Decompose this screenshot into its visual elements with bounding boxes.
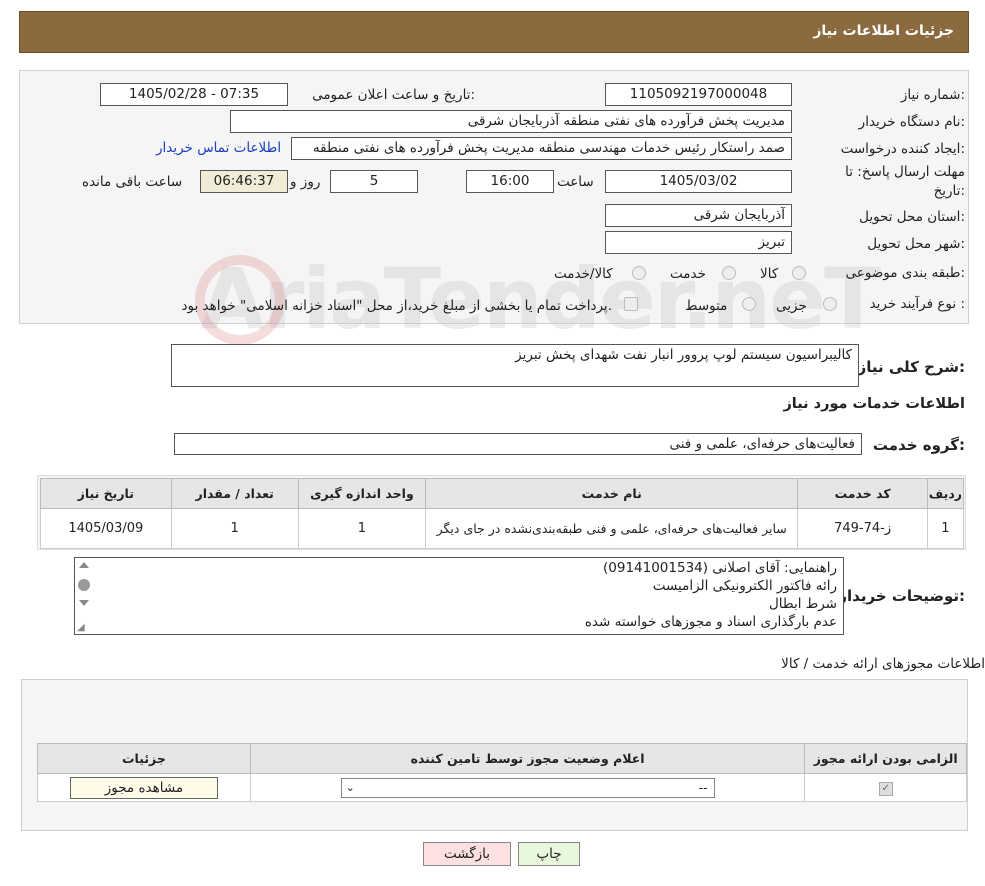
category-radio-goods[interactable] bbox=[792, 266, 806, 280]
permits-table: الزامی بودن ارائه مجوز اعلام وضعیت مجوز … bbox=[37, 743, 967, 802]
permit-required-cell: ✓ bbox=[804, 773, 967, 802]
services-section-title: اطلاعات خدمات مورد نیاز bbox=[783, 396, 965, 412]
need-number-field: 1105092197000048 bbox=[605, 83, 792, 106]
col-permit-required: الزامی بودن ارائه مجوز bbox=[804, 743, 967, 774]
process-radio-medium[interactable] bbox=[742, 297, 756, 311]
announce-field: 1405/02/28 - 07:35 bbox=[100, 83, 288, 106]
buyer-notes-line: رائه فاکتور الکترونیکی الزامیست bbox=[652, 578, 837, 594]
page-title: جزئیات اطلاعات نیاز bbox=[813, 23, 954, 39]
scroll-thumb[interactable] bbox=[78, 579, 90, 591]
buyer-notes-textarea[interactable]: راهنمایی: آقای اصلانی (09141001534) رائه… bbox=[74, 557, 844, 635]
city-label: شهر محل تحویل: bbox=[867, 236, 965, 252]
category-goods-label: کالا bbox=[760, 266, 779, 282]
col-date: تاریخ نیاز bbox=[40, 478, 172, 509]
col-row: ردیف bbox=[926, 478, 965, 509]
back-button[interactable]: بازگشت bbox=[423, 842, 511, 866]
buyer-notes-line: شرط ابطال bbox=[768, 596, 837, 612]
page-header: جزئیات اطلاعات نیاز bbox=[19, 11, 969, 53]
table-row: 1 ز-74-749 سایر فعالیت‌های حرفه‌ای، علمی… bbox=[40, 508, 965, 549]
process-radio-small[interactable] bbox=[823, 297, 837, 311]
deadline-time-label: ساعت bbox=[557, 174, 594, 190]
col-permit-details: جزئیات bbox=[37, 743, 251, 774]
province-label: استان محل تحویل: bbox=[859, 209, 965, 225]
cell-qty: 1 bbox=[170, 508, 299, 549]
buyer-org-field: مدیریت پخش فرآورده های نفتی منطقه آذربای… bbox=[230, 110, 792, 133]
service-group-field: فعالیت‌های حرفه‌ای، علمی و فنی bbox=[174, 433, 862, 455]
deadline-time-field: 16:00 bbox=[466, 170, 554, 193]
col-qty: تعداد / مقدار bbox=[170, 478, 299, 509]
table-row: ✓ -- ⌄ مشاهده مجوز bbox=[37, 773, 967, 802]
category-radio-both[interactable] bbox=[632, 266, 646, 280]
deadline-label-date: تاریخ: bbox=[933, 183, 965, 199]
cell-date: 1405/03/09 bbox=[40, 508, 172, 549]
buyer-notes-line: عدم بارگذاری اسناد و مجوزهای خواسته شده bbox=[584, 614, 837, 630]
buyer-org-label: نام دستگاه خریدار: bbox=[858, 114, 965, 130]
cell-name: سایر فعالیت‌های حرفه‌ای، علمی و فنی طبقه… bbox=[424, 508, 799, 549]
buyer-notes-line: راهنمایی: آقای اصلانی (09141001534) bbox=[602, 560, 837, 576]
category-radio-service[interactable] bbox=[722, 266, 736, 280]
col-unit: واحد اندازه گیری bbox=[297, 478, 427, 509]
need-number-label: شماره نیاز: bbox=[900, 87, 965, 103]
service-group-label: گروه خدمت: bbox=[872, 436, 965, 454]
col-name: نام خدمت bbox=[424, 478, 799, 509]
cell-unit: 1 bbox=[297, 508, 427, 549]
province-field: آذربایجان شرقی bbox=[605, 204, 792, 227]
scroll-up-icon[interactable] bbox=[79, 562, 89, 568]
cell-code: ز-74-749 bbox=[797, 508, 928, 549]
cell-index: 1 bbox=[926, 508, 965, 549]
permit-required-checkbox[interactable]: ✓ bbox=[878, 781, 893, 796]
permit-status-cell: -- ⌄ bbox=[249, 773, 806, 802]
announce-label: تاریخ و ساعت اعلان عمومی: bbox=[312, 87, 475, 103]
services-table: ردیف کد خدمت نام خدمت واحد اندازه گیری ت… bbox=[40, 478, 965, 549]
creator-label: ایجاد کننده درخواست: bbox=[840, 141, 965, 157]
days-field: 5 bbox=[330, 170, 418, 193]
creator-field: صمد راستکار رئیس خدمات مهندسی منطقه مدیر… bbox=[291, 137, 792, 160]
col-code: کد خدمت bbox=[797, 478, 928, 509]
treasury-checkbox[interactable] bbox=[624, 297, 638, 311]
category-service-label: خدمت bbox=[670, 266, 706, 282]
deadline-label: مهلت ارسال پاسخ: تا bbox=[845, 164, 965, 180]
permit-status-value: -- bbox=[698, 779, 708, 795]
remaining-time-field: 06:46:37 bbox=[200, 170, 288, 193]
remaining-label: ساعت باقی مانده bbox=[82, 174, 183, 190]
process-note: پرداخت تمام یا بخشی از مبلغ خرید،از محل … bbox=[181, 298, 612, 314]
permit-details-cell: مشاهده مجوز bbox=[37, 773, 251, 802]
summary-label: شرح کلی نیاز: bbox=[857, 358, 965, 376]
deadline-date-field: 1405/03/02 bbox=[605, 170, 792, 193]
view-permit-button[interactable]: مشاهده مجوز bbox=[69, 776, 218, 799]
category-label: طبقه بندی موضوعی: bbox=[845, 265, 965, 281]
chevron-down-icon: ⌄ bbox=[345, 780, 355, 794]
summary-textarea[interactable]: کالیبراسیون سیستم لوپ پروور انبار نفت شه… bbox=[171, 344, 859, 387]
print-button[interactable]: چاپ bbox=[518, 842, 580, 866]
process-small-label: جزیی bbox=[776, 298, 807, 314]
buyer-notes-label: توضیحات خریدار: bbox=[838, 587, 965, 605]
days-label: روز و bbox=[290, 174, 321, 190]
permits-section-title: اطلاعات مجوزهای ارائه خدمت / کالا bbox=[781, 656, 985, 672]
city-field: تبریز bbox=[605, 231, 792, 254]
process-label: نوع فرآیند خرید : bbox=[869, 296, 965, 312]
resize-handle-icon[interactable]: ◢ bbox=[77, 622, 85, 633]
buyer-contact-link[interactable]: اطلاعات تماس خریدار bbox=[156, 140, 281, 156]
process-medium-label: متوسط bbox=[685, 298, 728, 314]
scroll-down-icon[interactable] bbox=[79, 600, 89, 606]
category-both-label: کالا/خدمت bbox=[554, 266, 613, 282]
col-permit-status: اعلام وضعیت مجوز توسط تامین کننده bbox=[249, 743, 806, 774]
permit-status-select[interactable]: -- ⌄ bbox=[340, 777, 715, 798]
